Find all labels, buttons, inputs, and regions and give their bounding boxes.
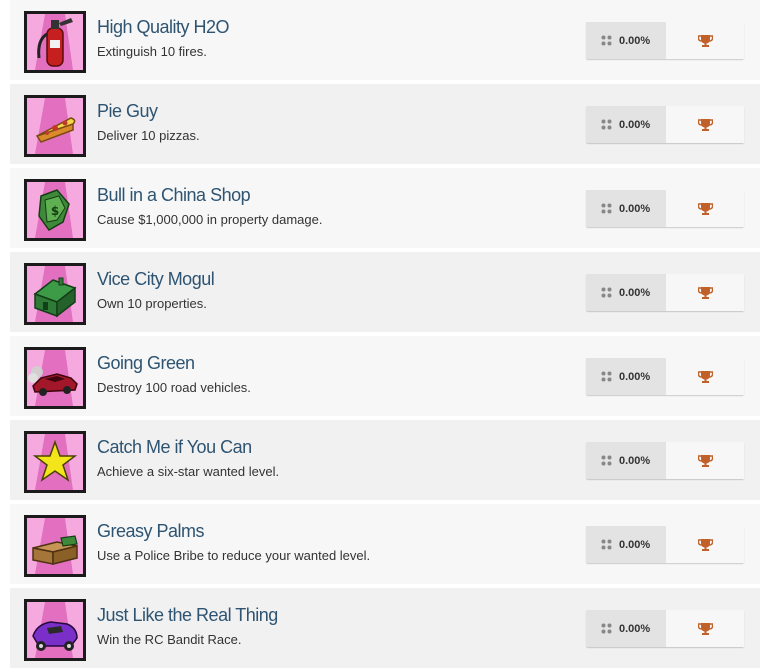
dots-icon <box>601 35 612 46</box>
bronze-trophy-icon <box>697 538 713 551</box>
percentage-value: 0.00% <box>619 622 651 635</box>
achievement-title[interactable]: Pie Guy <box>97 101 158 122</box>
achievement-title[interactable]: Greasy Palms <box>97 521 205 542</box>
unlock-percentage: 0.00% <box>586 442 666 479</box>
dots-icon <box>601 203 612 214</box>
achievement-badge <box>24 599 86 661</box>
achievement-stats: 0.00% <box>586 610 744 647</box>
trophy-button[interactable] <box>666 358 744 395</box>
achievement-description: Win the RC Bandit Race. <box>97 632 242 647</box>
trophy-button[interactable] <box>666 274 744 311</box>
achievement-title[interactable]: Catch Me if You Can <box>97 437 252 458</box>
percentage-value: 0.00% <box>619 34 651 47</box>
unlock-percentage: 0.00% <box>586 610 666 647</box>
achievement-stats: 0.00% <box>586 274 744 311</box>
unlock-percentage: 0.00% <box>586 22 666 59</box>
bronze-trophy-icon <box>697 286 713 299</box>
achievement-title[interactable]: Bull in a China Shop <box>97 185 251 206</box>
unlock-percentage: 0.00% <box>586 274 666 311</box>
unlock-percentage: 0.00% <box>586 190 666 227</box>
bronze-trophy-icon <box>697 118 713 131</box>
svg-text:$: $ <box>51 204 59 218</box>
achievement-title[interactable]: Vice City Mogul <box>97 269 215 290</box>
achievement-badge <box>24 347 86 409</box>
achievement-description: Cause $1,000,000 in property damage. <box>97 212 323 227</box>
trophy-button[interactable] <box>666 610 744 647</box>
trophy-button[interactable] <box>666 526 744 563</box>
percentage-value: 0.00% <box>619 202 651 215</box>
dots-icon <box>601 119 612 130</box>
achievement-badge: $ <box>24 179 86 241</box>
achievement-title[interactable]: Going Green <box>97 353 195 374</box>
unlock-percentage: 0.00% <box>586 358 666 395</box>
unlock-percentage: 0.00% <box>586 526 666 563</box>
achievement-row[interactable]: Greasy Palms Use a Police Bribe to reduc… <box>10 504 760 584</box>
unlock-percentage: 0.00% <box>586 106 666 143</box>
percentage-value: 0.00% <box>619 538 651 551</box>
bronze-trophy-icon <box>697 34 713 47</box>
wrecked-car-icon <box>27 350 83 406</box>
achievement-row[interactable]: $ Bull in a China Shop Cause $1,000,000 … <box>10 168 760 248</box>
pizza-slice-icon <box>27 98 83 154</box>
percentage-value: 0.00% <box>619 286 651 299</box>
achievement-badge <box>24 95 86 157</box>
rc-car-icon <box>27 602 83 658</box>
achievement-description: Use a Police Bribe to reduce your wanted… <box>97 548 371 563</box>
trophy-button[interactable] <box>666 106 744 143</box>
achievement-stats: 0.00% <box>586 106 744 143</box>
bribe-cash-icon <box>27 518 83 574</box>
dots-icon <box>601 539 612 550</box>
achievement-badge <box>24 263 86 325</box>
achievement-stats: 0.00% <box>586 526 744 563</box>
achievement-row[interactable]: Vice City Mogul Own 10 properties. 0.00% <box>10 252 760 332</box>
achievement-badge <box>24 431 86 493</box>
achievement-badge <box>24 515 86 577</box>
achievement-row[interactable]: High Quality H2O Extinguish 10 fires. 0.… <box>10 0 760 80</box>
percentage-value: 0.00% <box>619 118 651 131</box>
fire-extinguisher-icon <box>27 14 83 70</box>
achievement-description: Own 10 properties. <box>97 296 207 311</box>
achievement-description: Destroy 100 road vehicles. <box>97 380 251 395</box>
achievement-badge <box>24 11 86 73</box>
achievement-description: Achieve a six-star wanted level. <box>97 464 280 479</box>
achievement-stats: 0.00% <box>586 358 744 395</box>
achievement-row[interactable]: Going Green Destroy 100 road vehicles. 0… <box>10 336 760 416</box>
money-cash-icon: $ <box>27 182 83 238</box>
trophy-button[interactable] <box>666 22 744 59</box>
percentage-value: 0.00% <box>619 370 651 383</box>
achievement-stats: 0.00% <box>586 442 744 479</box>
dots-icon <box>601 371 612 382</box>
dots-icon <box>601 287 612 298</box>
bronze-trophy-icon <box>697 622 713 635</box>
achievement-description: Extinguish 10 fires. <box>97 44 207 59</box>
trophy-button[interactable] <box>666 442 744 479</box>
achievement-row[interactable]: Pie Guy Deliver 10 pizzas. 0.00% <box>10 84 760 164</box>
percentage-value: 0.00% <box>619 454 651 467</box>
house-icon <box>27 266 83 322</box>
achievement-title[interactable]: Just Like the Real Thing <box>97 605 278 626</box>
achievement-stats: 0.00% <box>586 22 744 59</box>
dots-icon <box>601 455 612 466</box>
bronze-trophy-icon <box>697 370 713 383</box>
dots-icon <box>601 623 612 634</box>
achievement-row[interactable]: Just Like the Real Thing Win the RC Band… <box>10 588 760 668</box>
star-icon <box>27 434 83 490</box>
achievement-stats: 0.00% <box>586 190 744 227</box>
bronze-trophy-icon <box>697 202 713 215</box>
achievement-title[interactable]: High Quality H2O <box>97 17 230 38</box>
bronze-trophy-icon <box>697 454 713 467</box>
trophy-button[interactable] <box>666 190 744 227</box>
achievement-row[interactable]: Catch Me if You Can Achieve a six-star w… <box>10 420 760 500</box>
achievement-description: Deliver 10 pizzas. <box>97 128 200 143</box>
